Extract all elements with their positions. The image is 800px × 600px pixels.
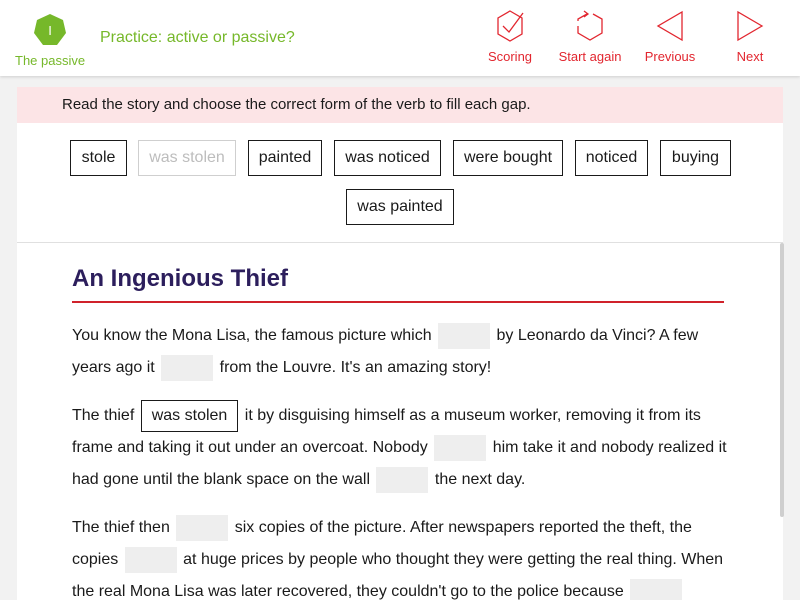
story-text: copies [72, 551, 119, 569]
story-text: had gone until the blank space on the wa… [72, 471, 370, 489]
answer-gap-5[interactable] [376, 467, 429, 493]
word-chip-were-bought[interactable]: were bought [453, 140, 563, 176]
answer-gap-7[interactable] [124, 547, 177, 573]
story-text: by Leonardo da Vinci? A few [496, 327, 699, 345]
story-text: The thief [72, 407, 135, 425]
answer-gap-3-filled[interactable]: was stolen [140, 400, 239, 432]
next-label: Next [736, 49, 764, 64]
scoring-icon [497, 10, 524, 42]
scoring-label: Scoring [487, 49, 533, 64]
word-chip-stole[interactable]: stole [70, 140, 127, 176]
story-text: six copies of the picture. After newspap… [234, 519, 692, 537]
story-text: frame and taking it out under an overcoa… [72, 439, 428, 457]
svg-text:I: I [48, 23, 52, 38]
top-bar: I The passive Practice: active or passiv… [0, 0, 800, 76]
story-area: An Ingenious Thief You know the Mona Lis… [17, 243, 783, 600]
story-text: from the Louvre. It's an amazing story! [219, 359, 492, 377]
story-text: The thief then [72, 519, 170, 537]
answer-gap-2[interactable] [161, 355, 214, 381]
word-chip-noticed[interactable]: noticed [575, 140, 648, 176]
word-chip-was-painted[interactable]: was painted [346, 189, 454, 225]
story-line: The thief was stolen it by disguising hi… [72, 400, 701, 432]
story-title: An Ingenious Thief [72, 265, 288, 292]
unit-label: The passive [15, 53, 86, 68]
story-line: frame and taking it out under an overcoa… [72, 435, 727, 461]
next-arrow-icon [737, 10, 764, 42]
answer-gap-4[interactable] [434, 435, 487, 461]
story-line: copies at huge prices by people who thou… [72, 547, 723, 573]
word-bank: stole was stolen painted was noticed wer… [17, 123, 783, 243]
word-chip-buying[interactable]: buying [660, 140, 731, 176]
story-text: the real Mona Lisa was later recovered, … [72, 583, 624, 600]
story-line: years ago it from the Louvre. It's an am… [72, 355, 491, 381]
previous-button[interactable]: Previous [632, 8, 708, 72]
story-text: years ago it [72, 359, 155, 377]
story-text: the next day. [434, 471, 526, 489]
answer-gap-1[interactable] [438, 323, 491, 349]
story-text: at huge prices by people who thought the… [183, 551, 724, 569]
unit-badge-icon: I [34, 14, 66, 45]
activity-title: Practice: active or passive? [100, 29, 295, 46]
story-line: The thief then six copies of the picture… [72, 515, 692, 541]
word-chip-was-stolen[interactable]: was stolen [138, 140, 236, 176]
story-line: You know the Mona Lisa, the famous pictu… [72, 323, 698, 349]
story-text: You know the Mona Lisa, the famous pictu… [72, 327, 432, 345]
story-text: him take it and nobody realized it [492, 439, 727, 457]
restart-icon [577, 10, 603, 41]
previous-arrow-icon [656, 10, 683, 42]
answer-gap-6[interactable] [176, 515, 229, 541]
start-again-label: Start again [558, 49, 622, 64]
word-chip-painted[interactable]: painted [248, 140, 322, 176]
story-scrollbar[interactable] [780, 243, 784, 517]
previous-label: Previous [644, 49, 696, 64]
story-line: the real Mona Lisa was later recovered, … [72, 579, 684, 600]
story-line: had gone until the blank space on the wa… [72, 467, 525, 493]
story-text: it by disguising himself as a museum wor… [244, 407, 701, 425]
start-again-button[interactable]: Start again [552, 8, 628, 72]
next-button[interactable]: Next [712, 8, 788, 72]
scoring-button[interactable]: Scoring [472, 8, 548, 72]
instruction-text: Read the story and choose the correct fo… [17, 87, 783, 123]
activity-panel: Read the story and choose the correct fo… [17, 87, 784, 600]
answer-gap-8[interactable] [630, 579, 683, 600]
title-divider [72, 301, 724, 303]
word-chip-was-noticed[interactable]: was noticed [334, 140, 441, 176]
